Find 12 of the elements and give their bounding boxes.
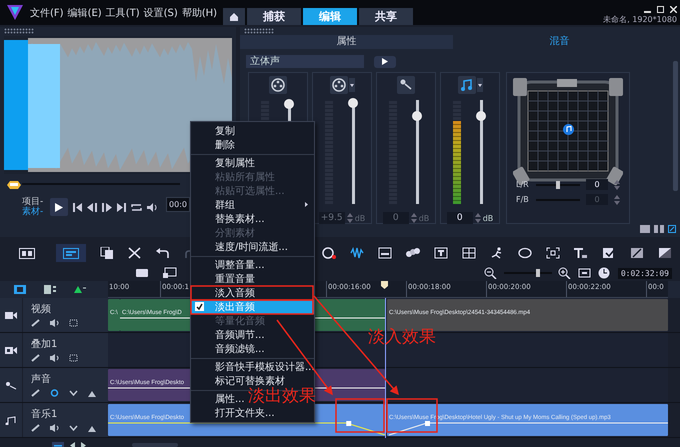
axis-label: F/B xyxy=(516,195,530,204)
unit-label: dB xyxy=(418,214,430,222)
duration-timecode: 0:02:32:09 xyxy=(618,268,672,278)
track-name: 声音 xyxy=(31,372,52,386)
track-name: 视频 xyxy=(31,302,52,316)
unit-label: dB xyxy=(354,214,366,222)
axis-label: L/R xyxy=(516,180,530,189)
annotation-text: 淡出效果 xyxy=(248,388,316,405)
track-name: 叠加1 xyxy=(31,338,58,351)
track-name: 音乐1 xyxy=(31,408,58,421)
unit-label: dB xyxy=(482,214,494,222)
project-info: 未命名, 1920*1080 xyxy=(603,14,677,25)
